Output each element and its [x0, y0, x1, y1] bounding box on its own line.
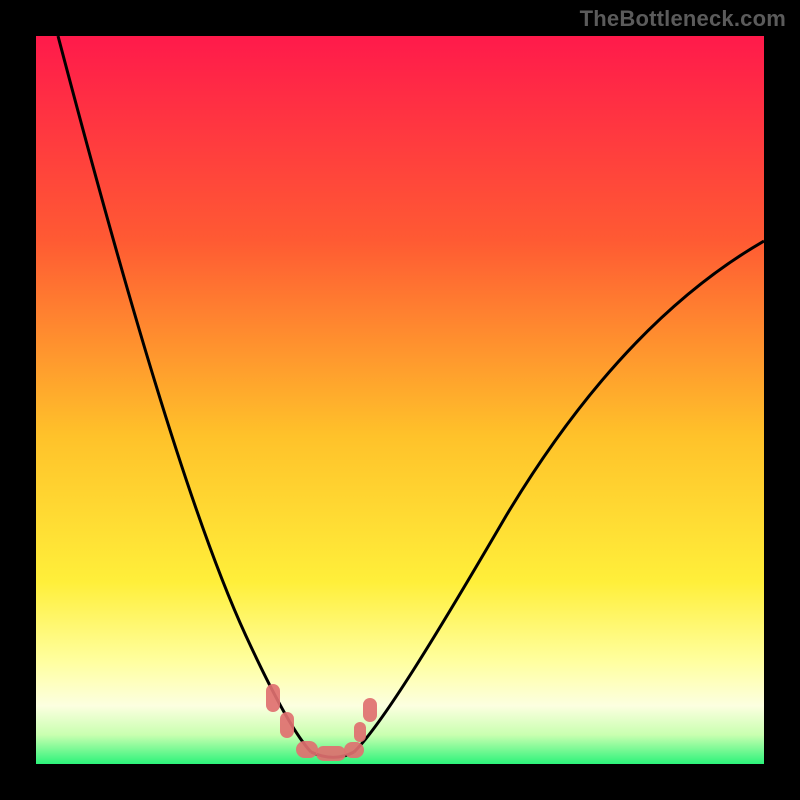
outer-frame: TheBottleneck.com: [0, 0, 800, 800]
bottleneck-curve: [36, 36, 764, 764]
marker-floor-right: [344, 742, 364, 758]
marker-right-lower: [354, 722, 366, 742]
marker-left-lower: [280, 712, 294, 738]
marker-floor-left: [296, 741, 318, 758]
curve-left-branch: [58, 36, 311, 752]
curve-right-branch: [354, 241, 764, 752]
plot-area: [36, 36, 764, 764]
watermark-text: TheBottleneck.com: [580, 6, 786, 32]
marker-left-upper: [266, 684, 280, 712]
marker-right-upper: [363, 698, 377, 722]
marker-floor-mid: [316, 746, 346, 761]
